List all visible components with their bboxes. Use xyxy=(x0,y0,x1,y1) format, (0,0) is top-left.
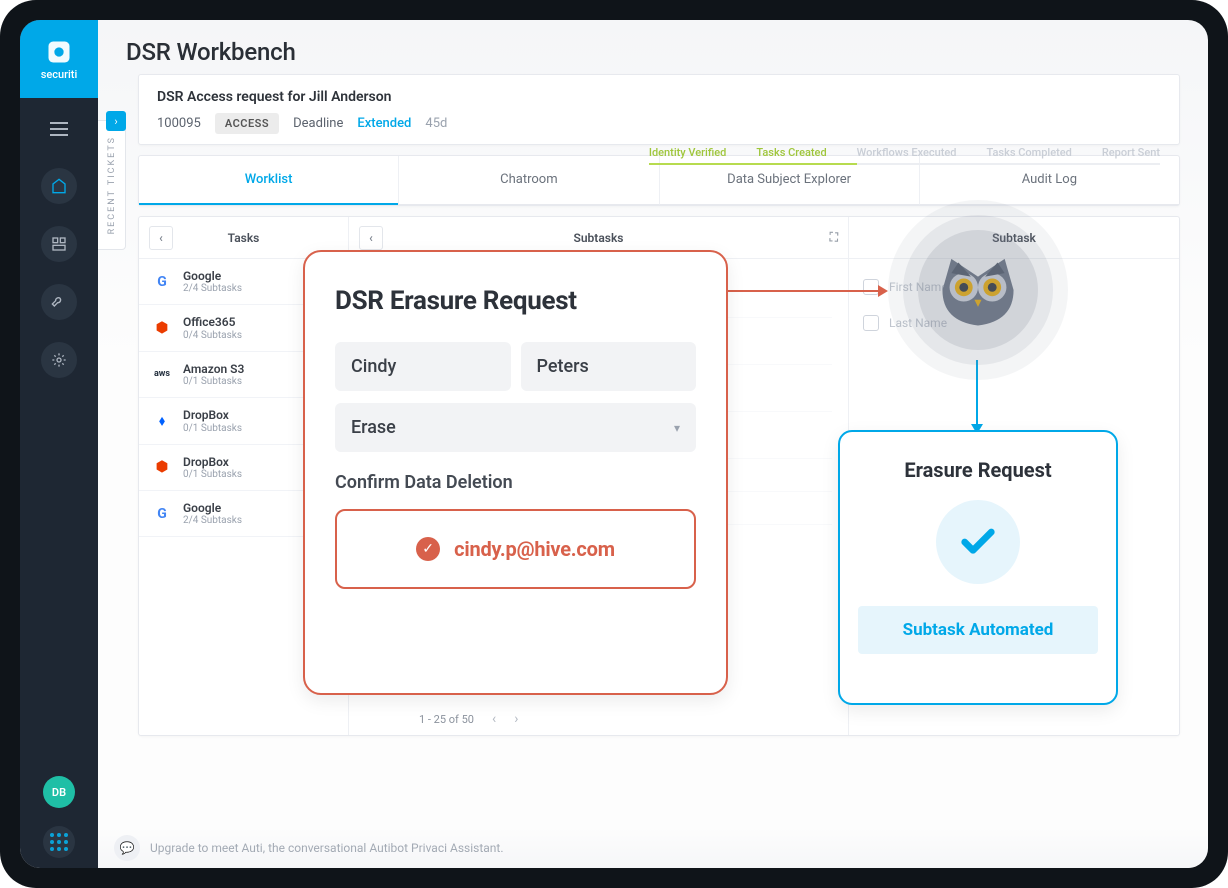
nav-home-icon[interactable] xyxy=(41,168,77,204)
result-title: Erasure Request xyxy=(858,458,1098,482)
step-tasks-created: Tasks Created xyxy=(756,146,826,159)
pager-next-icon[interactable]: › xyxy=(514,711,518,727)
apps-grid-icon[interactable] xyxy=(43,826,75,858)
success-check-icon xyxy=(936,500,1020,584)
task-name: DropBox xyxy=(183,455,242,469)
expand-icon[interactable]: ⛶ xyxy=(830,230,838,245)
google-icon: G xyxy=(151,271,173,293)
recent-tickets-label: RECENT TICKETS xyxy=(107,136,117,234)
action-select[interactable]: Erase ▾ xyxy=(335,403,696,452)
brand-text: securiti xyxy=(41,68,78,81)
task-name: Google xyxy=(183,501,242,515)
action-value: Erase xyxy=(351,417,396,438)
pager-range: 1 - 25 of 50 xyxy=(419,713,474,726)
task-name: DropBox xyxy=(183,408,242,422)
page-title: DSR Workbench xyxy=(126,38,1180,66)
main-area: DSR Workbench › RECENT TICKETS DSR Acces… xyxy=(98,20,1208,868)
upgrade-banner[interactable]: 💬 Upgrade to meet Auti, the conversation… xyxy=(98,828,1208,868)
nav-tools-icon[interactable] xyxy=(41,284,77,320)
automation-result-modal: Erasure Request Subtask Automated xyxy=(838,430,1118,705)
page-header: DSR Workbench xyxy=(98,20,1208,74)
brand-logo[interactable]: securiti xyxy=(20,20,98,98)
tablet-frame: securiti DB DSR Workbench › RECENT TICKE xyxy=(0,0,1228,888)
request-id: 100095 xyxy=(157,116,201,131)
checkbox-icon[interactable] xyxy=(863,315,879,331)
first-name-field[interactable]: Cindy xyxy=(335,342,511,391)
workflow-steps: Identity Verified Tasks Created Workflow… xyxy=(649,146,1160,159)
tab-chatroom[interactable]: Chatroom xyxy=(398,156,658,205)
task-name: Amazon S3 xyxy=(183,362,244,376)
checkbox-icon[interactable] xyxy=(863,279,879,295)
last-name-field[interactable]: Peters xyxy=(521,342,697,391)
google-icon: G xyxy=(151,503,173,525)
erasure-request-modal: DSR Erasure Request Cindy Peters Erase ▾… xyxy=(303,250,728,695)
recent-tickets-tab[interactable]: › RECENT TICKETS xyxy=(98,120,126,250)
tasks-header: Tasks xyxy=(228,231,260,245)
deadline-extended[interactable]: Extended xyxy=(357,116,411,131)
brand-icon xyxy=(45,38,73,66)
dropbox-icon: ⬧ xyxy=(151,410,173,432)
result-badge: Subtask Automated xyxy=(858,606,1098,654)
tasks-back-icon[interactable]: ‹ xyxy=(149,226,173,250)
side-nav: securiti DB xyxy=(20,20,98,868)
step-identity-verified: Identity Verified xyxy=(649,146,727,159)
deadline-label: Deadline xyxy=(293,116,343,131)
owl-assistant-icon xyxy=(888,200,1068,380)
office-icon: ⬢ xyxy=(151,317,173,339)
request-meta-card: DSR Access request for Jill Anderson 100… xyxy=(138,74,1180,145)
task-subcount: 2/4 Subtasks xyxy=(183,283,242,294)
task-name: Office365 xyxy=(183,315,242,329)
confirm-email-box[interactable]: ✓ cindy.p@hive.com xyxy=(335,509,696,589)
check-circle-icon: ✓ xyxy=(416,537,440,561)
task-subcount: 0/1 Subtasks xyxy=(183,469,242,480)
confirm-email: cindy.p@hive.com xyxy=(454,537,615,561)
confirm-deletion-label: Confirm Data Deletion xyxy=(335,472,696,493)
chevron-right-icon[interactable]: › xyxy=(106,111,126,131)
menu-toggle-icon[interactable] xyxy=(42,112,76,146)
task-subcount: 2/4 Subtasks xyxy=(183,515,242,526)
flow-arrow-right-icon xyxy=(726,290,886,292)
chevron-down-icon: ▾ xyxy=(674,421,680,435)
app-screen: securiti DB DSR Workbench › RECENT TICKE xyxy=(20,20,1208,868)
chat-bubble-icon: 💬 xyxy=(114,835,140,861)
upgrade-text: Upgrade to meet Auti, the conversational… xyxy=(150,841,504,855)
first-name-value: Cindy xyxy=(351,356,396,377)
subtasks-back-icon[interactable]: ‹ xyxy=(359,226,383,250)
task-name: Google xyxy=(183,269,242,283)
aws-icon: aws xyxy=(151,363,173,385)
subtasks-header: Subtasks xyxy=(574,231,624,245)
deadline-days: 45d xyxy=(425,116,447,131)
task-subcount: 0/1 Subtasks xyxy=(183,423,242,434)
pager-prev-icon[interactable]: ‹ xyxy=(492,711,496,727)
office-icon: ⬢ xyxy=(151,456,173,478)
step-tasks-completed: Tasks Completed xyxy=(987,146,1072,159)
tab-worklist[interactable]: Worklist xyxy=(139,156,398,205)
step-workflows-executed: Workflows Executed xyxy=(857,146,957,159)
last-name-value: Peters xyxy=(537,356,589,377)
step-report-sent: Report Sent xyxy=(1102,146,1160,159)
request-type-badge: ACCESS xyxy=(215,113,279,134)
nav-dashboard-icon[interactable] xyxy=(41,226,77,262)
user-avatar[interactable]: DB xyxy=(43,776,75,808)
task-subcount: 0/1 Subtasks xyxy=(183,376,244,387)
pagination: 1 - 25 of 50 ‹ › xyxy=(419,711,518,727)
request-title: DSR Access request for Jill Anderson xyxy=(157,89,1161,105)
nav-settings-icon[interactable] xyxy=(41,342,77,378)
erasure-modal-title: DSR Erasure Request xyxy=(335,286,696,316)
avatar-initials: DB xyxy=(52,786,66,799)
task-subcount: 0/4 Subtasks xyxy=(183,330,242,341)
